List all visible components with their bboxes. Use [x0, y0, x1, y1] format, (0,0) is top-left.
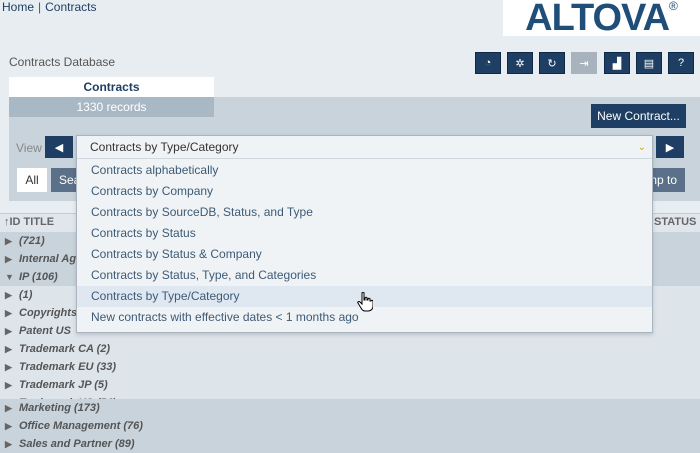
- help-button[interactable]: ?: [668, 52, 694, 74]
- exit-button[interactable]: ⇥: [571, 52, 597, 74]
- caret-right-icon[interactable]: ▶: [0, 417, 19, 435]
- print-button[interactable]: ▤: [636, 52, 662, 74]
- group-label: (1): [19, 289, 33, 301]
- chevron-left-icon: ◀: [54, 141, 64, 154]
- group-label: Trademark EU (33): [19, 361, 117, 373]
- hand-cursor-icon: [357, 292, 373, 312]
- dropdown-option[interactable]: Contracts by Status, Type, and Categorie…: [77, 265, 652, 286]
- dropdown-option[interactable]: Contracts by SourceDB, Status, and Type: [77, 202, 652, 223]
- new-contract-button[interactable]: New Contract...: [591, 104, 686, 128]
- caret-down-icon[interactable]: ▼: [0, 268, 19, 286]
- breadcrumb-home-link[interactable]: Home: [2, 0, 34, 14]
- caret-right-icon[interactable]: ▶: [0, 286, 19, 304]
- refresh-button[interactable]: ↻: [539, 52, 565, 74]
- group-label: (721): [19, 235, 45, 247]
- refresh-icon: ↻: [547, 57, 557, 70]
- view-label: View: [16, 141, 42, 155]
- logo-text: ALTOVA: [525, 0, 670, 39]
- view-next-button[interactable]: ▶: [656, 136, 684, 158]
- group-label: Trademark CA (2): [19, 343, 111, 355]
- dropdown-option[interactable]: Contracts by Company: [77, 181, 652, 202]
- dropdown-option[interactable]: Contracts by Status: [77, 223, 652, 244]
- group-row[interactable]: ▶ Trademark JP (5): [0, 376, 700, 394]
- group-row[interactable]: ▶ Trademark CA (2): [0, 340, 700, 358]
- database-title: Contracts Database: [9, 55, 116, 69]
- group-label: Trademark JP (5): [19, 379, 108, 391]
- breadcrumb-current: Contracts: [45, 0, 97, 14]
- caret-right-icon[interactable]: ▶: [0, 232, 19, 250]
- help-icon: ?: [677, 57, 685, 69]
- caret-right-icon[interactable]: ▶: [0, 376, 19, 394]
- group-label: Internal Ag: [19, 253, 77, 265]
- group-label: Copyrights: [19, 307, 78, 319]
- records-count: 1330 records: [9, 97, 214, 117]
- view-prev-button[interactable]: ◀: [45, 136, 73, 158]
- breadcrumb: Home | Contracts: [2, 0, 97, 14]
- group-label: Office Management (76): [19, 420, 143, 432]
- exit-icon: ⇥: [579, 57, 589, 70]
- caret-right-icon[interactable]: ▶: [0, 322, 19, 340]
- caret-right-icon[interactable]: ▶: [0, 399, 19, 417]
- caret-right-icon[interactable]: ▶: [0, 435, 19, 453]
- tab-contracts[interactable]: Contracts: [9, 77, 214, 97]
- chart-icon: ▟: [612, 57, 622, 70]
- group-label: Marketing (173): [19, 402, 100, 414]
- chevron-down-icon: ⌄: [637, 142, 646, 153]
- caret-right-icon[interactable]: ▶: [0, 340, 19, 358]
- settings-button[interactable]: ✲: [507, 52, 533, 74]
- chart-button[interactable]: ▟: [604, 52, 630, 74]
- registered-mark: ®: [669, 0, 678, 13]
- caret-right-icon[interactable]: ▶: [0, 304, 19, 322]
- dashboard-icon: ◔: [484, 57, 492, 69]
- column-status[interactable]: STATUS: [654, 216, 696, 228]
- view-select[interactable]: Contracts by Type/Category ⌄: [77, 136, 652, 159]
- caret-right-icon[interactable]: ▶: [0, 358, 19, 376]
- view-select-value: Contracts by Type/Category: [90, 140, 239, 154]
- caret-right-icon[interactable]: ▶: [0, 250, 19, 268]
- chevron-right-icon: ▶: [665, 141, 675, 154]
- dropdown-option[interactable]: Contracts by Status & Company: [77, 244, 652, 265]
- settings-icon: ✲: [515, 57, 525, 70]
- group-label: IP (106): [19, 271, 58, 283]
- print-icon: ▤: [643, 57, 655, 70]
- dropdown-option[interactable]: Contracts alphabetically: [77, 160, 652, 181]
- breadcrumb-separator: |: [38, 0, 42, 14]
- altova-logo: ALTOVA ®: [503, 0, 700, 39]
- filter-all-button[interactable]: All: [17, 168, 47, 192]
- dashboard-button[interactable]: ◔: [475, 52, 501, 74]
- group-label: Patent US: [19, 325, 71, 337]
- group-label: Sales and Partner (89): [19, 438, 135, 450]
- column-id-title[interactable]: ↑ID TITLE: [4, 216, 54, 228]
- group-row[interactable]: ▶ Sales and Partner (89): [0, 435, 700, 453]
- group-row[interactable]: ▶ Trademark EU (33): [0, 358, 700, 376]
- group-row[interactable]: ▶ Marketing (173): [0, 399, 700, 417]
- group-row[interactable]: ▶ Office Management (76): [0, 417, 700, 435]
